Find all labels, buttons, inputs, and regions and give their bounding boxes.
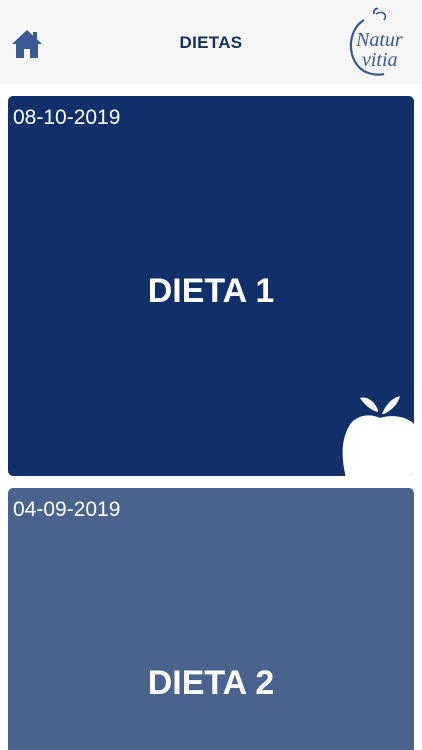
diet-name: DIETA 2 — [147, 664, 275, 702]
diet-date: 04-09-2019 — [13, 498, 121, 521]
diet-card-2[interactable]: 04-09-2019 DIETA 2 — [8, 488, 414, 750]
naturvitia-logo[interactable]: Natur vitia — [340, 6, 414, 80]
diet-name: DIETA 1 — [147, 272, 275, 310]
apple-icon — [338, 392, 414, 476]
logo-icon: Natur vitia — [349, 7, 403, 76]
diet-date: 08-10-2019 — [13, 106, 121, 129]
diet-card-1[interactable]: 08-10-2019 DIETA 1 — [8, 96, 414, 476]
header-bar: DIETAS Natur vitia — [0, 0, 422, 84]
svg-text:vitia: vitia — [362, 49, 398, 71]
svg-text:Natur: Natur — [355, 29, 403, 51]
